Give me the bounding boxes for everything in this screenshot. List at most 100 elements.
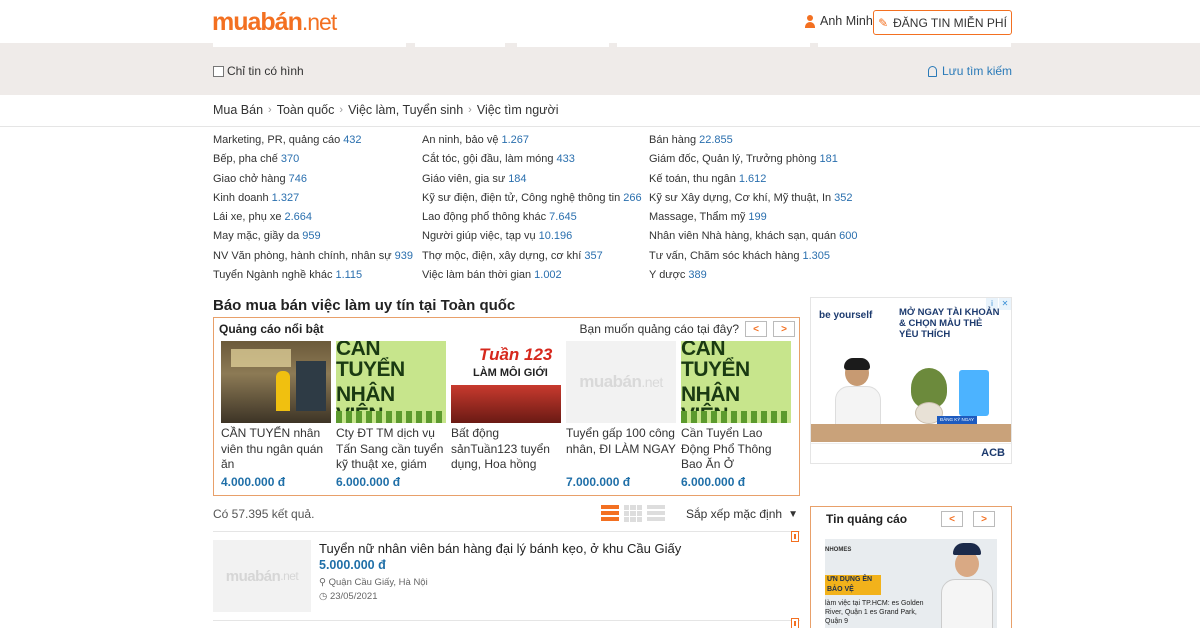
grid-view-icon[interactable] xyxy=(624,505,642,522)
category-link[interactable]: Lái xe, phụ xe 2.664 xyxy=(213,208,413,227)
advertise-here-link[interactable]: Bạn muốn quảng cáo tại đây? xyxy=(580,322,739,336)
category-link[interactable]: Kế toán, thu ngân 1.612 xyxy=(649,170,858,189)
user-icon xyxy=(804,14,816,28)
featured-heading: Quảng cáo nổi bật xyxy=(219,322,324,336)
category-link[interactable]: Bếp, pha chế 370 xyxy=(213,150,413,169)
category-link[interactable]: Giám đốc, Quản lý, Trưởng phòng 181 xyxy=(649,150,858,169)
compact-view-icon[interactable] xyxy=(647,505,665,522)
category-link[interactable]: Nhân viên Nhà hàng, khách sạn, quán 600 xyxy=(649,227,858,246)
breadcrumb-item[interactable]: Mua Bán xyxy=(213,103,263,117)
featured-card[interactable]: muabán .net Tuyển gấp 100 công nhân, ĐI L… xyxy=(566,341,676,489)
sponsored-prev-button[interactable]: < xyxy=(941,511,963,527)
category-link[interactable]: Giao chở hàng 746 xyxy=(213,170,413,189)
category-link[interactable]: Kinh doanh 1.327 xyxy=(213,189,413,208)
card-image: muabán .net xyxy=(566,341,676,423)
category-link[interactable]: Việc làm bán thời gian 1.002 xyxy=(422,266,642,285)
sponsored-image[interactable]: NHOMES ƯN DỤNG ÊN BẢO VỆ làm việc tại TP… xyxy=(825,539,997,628)
listing-date: ◷ 23/05/2021 xyxy=(319,591,378,602)
ad-person-image xyxy=(833,358,883,430)
user-name: Anh Minh xyxy=(820,14,873,28)
featured-card[interactable]: Tuần 123 LÀM MÔI GIỚI Bất động sảnTuần12… xyxy=(451,341,561,475)
sponsored-next-button[interactable]: > xyxy=(973,511,995,527)
site-header: muabán.net Anh Minh ✎ ĐĂNG TIN MIỄN PHÍ xyxy=(0,0,1200,43)
listing-image[interactable]: muabán .net xyxy=(213,540,311,612)
category-link[interactable]: Y dược 389 xyxy=(649,266,858,285)
sort-dropdown[interactable]: Sắp xếp mặc định ▼ xyxy=(686,507,798,521)
breadcrumb-separator-icon: › xyxy=(468,104,472,116)
listing-location: ⚲ Quận Cầu Giấy, Hà Nội xyxy=(319,577,428,588)
card-title: Bất động sảnTuần123 tuyển dụng, Hoa hồng… xyxy=(451,426,550,471)
category-link[interactable]: Bán hàng 22.855 xyxy=(649,131,858,150)
breadcrumb-item[interactable]: Toàn quốc xyxy=(277,103,335,117)
category-column: Marketing, PR, quảng cáo 432 Bếp, pha chế… xyxy=(213,131,413,285)
listing-title[interactable]: Tuyển nữ nhân viên bán hàng đại lý bánh … xyxy=(319,541,681,556)
site-logo[interactable]: muabán.net xyxy=(212,8,337,37)
post-free-ad-button[interactable]: ✎ ĐĂNG TIN MIỄN PHÍ xyxy=(873,10,1012,35)
ad-cta-button[interactable]: ĐĂNG KÝ NGAY xyxy=(937,416,977,424)
filter-band: Chỉ tin có hình Lưu tìm kiếm xyxy=(0,43,1200,95)
only-with-image-checkbox[interactable] xyxy=(213,65,224,77)
card-price: 6.000.000 đ xyxy=(681,475,746,489)
breadcrumb-item[interactable]: Việc tìm người xyxy=(477,103,559,117)
category-link[interactable]: Người giúp việc, tạp vụ 10.196 xyxy=(422,227,642,246)
category-link[interactable]: Thợ mộc, điện, xây dựng, cơ khí 357 xyxy=(422,247,642,266)
card-title: CẦN TUYỂN nhân viên thu ngân quán ăn xyxy=(221,426,324,471)
category-link[interactable]: Cắt tóc, gội đầu, làm móng 433 xyxy=(422,150,642,169)
category-link[interactable]: Kỹ sư điện, điện tử, Công nghệ thông tin… xyxy=(422,189,642,208)
ad-table-image xyxy=(811,424,1011,442)
only-with-image-filter[interactable]: Chỉ tin có hình xyxy=(213,64,304,78)
featured-card[interactable]: CẦN TUYỂN NHÂN VIÊN Cty ĐT TM dịch vụ Tấ… xyxy=(336,341,446,489)
filter-field[interactable] xyxy=(617,43,810,47)
filter-field[interactable] xyxy=(818,43,1011,47)
category-link[interactable]: Tuyển Ngành nghề khác 1.115 xyxy=(213,266,413,285)
category-link[interactable]: NV Văn phòng, hành chính, nhân sự 939 xyxy=(213,247,413,266)
banner-ad[interactable]: i ✕ be yourself MỞ NGAY TÀI KHOẢN & CHỌN … xyxy=(810,297,1012,464)
category-link[interactable]: Tư vấn, Chăm sóc khách hàng 1.305 xyxy=(649,247,858,266)
filter-field[interactable] xyxy=(517,43,609,47)
bookmark-icon[interactable] xyxy=(791,618,799,628)
ad-brand: be yourself xyxy=(819,310,873,321)
filter-field[interactable] xyxy=(213,43,406,47)
divider xyxy=(0,126,1200,127)
category-link[interactable]: Massage, Thẩm mỹ 199 xyxy=(649,208,858,227)
featured-card[interactable]: CẦN TUYỂN nhân viên thu ngân quán ăn 4.0… xyxy=(221,341,331,489)
page-title: Báo mua bán việc làm uy tín tại Toàn quố… xyxy=(213,297,516,314)
chevron-right-icon: > xyxy=(781,323,787,335)
category-link[interactable]: Marketing, PR, quảng cáo 432 xyxy=(213,131,413,150)
category-link[interactable]: An ninh, bảo vệ 1.267 xyxy=(422,131,642,150)
bell-icon xyxy=(928,65,937,77)
filter-field[interactable] xyxy=(415,43,505,47)
list-view-icon[interactable] xyxy=(601,505,619,522)
listing-price: 5.000.000 đ xyxy=(319,558,386,572)
ad-footer: ACB xyxy=(811,443,1011,463)
card-image: CẦN TUYỂN NHÂN VIÊN xyxy=(336,341,446,423)
breadcrumb-item[interactable]: Việc làm, Tuyển sinh xyxy=(348,103,463,117)
category-link[interactable]: Kỹ sư Xây dựng, Cơ khí, Mỹ thuật, In 352 xyxy=(649,189,858,208)
category-column: An ninh, bảo vệ 1.267 Cắt tóc, gội đầu, l… xyxy=(422,131,642,285)
featured-next-button[interactable]: > xyxy=(773,321,795,337)
ad-bank-logo: ACB xyxy=(981,447,1005,459)
save-search-link[interactable]: Lưu tìm kiếm xyxy=(928,64,1012,78)
ad-card-image xyxy=(959,370,989,416)
featured-prev-button[interactable]: < xyxy=(745,321,767,337)
category-link[interactable]: Giáo viên, gia sư 184 xyxy=(422,170,642,189)
save-search-label: Lưu tìm kiếm xyxy=(942,64,1013,78)
logo-tld: .net xyxy=(301,9,337,35)
bookmark-icon[interactable] xyxy=(791,531,799,542)
card-image: CẦN TUYỂN NHÂN VIÊN xyxy=(681,341,791,423)
chevron-left-icon: < xyxy=(753,323,759,335)
chevron-down-icon: ▼ xyxy=(788,508,798,520)
chevron-left-icon: < xyxy=(949,513,955,525)
featured-card[interactable]: CẦN TUYỂN NHÂN VIÊN Cần Tuyển Lao Động P… xyxy=(681,341,791,489)
ad-headline: MỞ NGAY TÀI KHOẢN & CHỌN MÀU THẺ YÊU THÍ… xyxy=(899,307,1000,340)
user-menu[interactable]: Anh Minh xyxy=(804,14,873,28)
location-pin-icon: ⚲ xyxy=(319,577,326,588)
category-column: Bán hàng 22.855 Giám đốc, Quản lý, Trưởng… xyxy=(649,131,858,285)
featured-ads: Quảng cáo nổi bật Bạn muốn quảng cáo tại… xyxy=(213,317,800,496)
card-title: Cty ĐT TM dịch vụ Tấn Sang cần tuyển kỹ … xyxy=(336,426,444,471)
category-link[interactable]: May mặc, giầy da 959 xyxy=(213,227,413,246)
sponsored-listings: Tin quảng cáo < > NHOMES ƯN DỤNG ÊN BẢO … xyxy=(810,506,1012,628)
clock-icon: ◷ xyxy=(319,591,328,602)
breadcrumb: Mua Bán › Toàn quốc › Việc làm, Tuyển si… xyxy=(213,103,558,117)
category-link[interactable]: Lao động phổ thông khác 7.645 xyxy=(422,208,642,227)
